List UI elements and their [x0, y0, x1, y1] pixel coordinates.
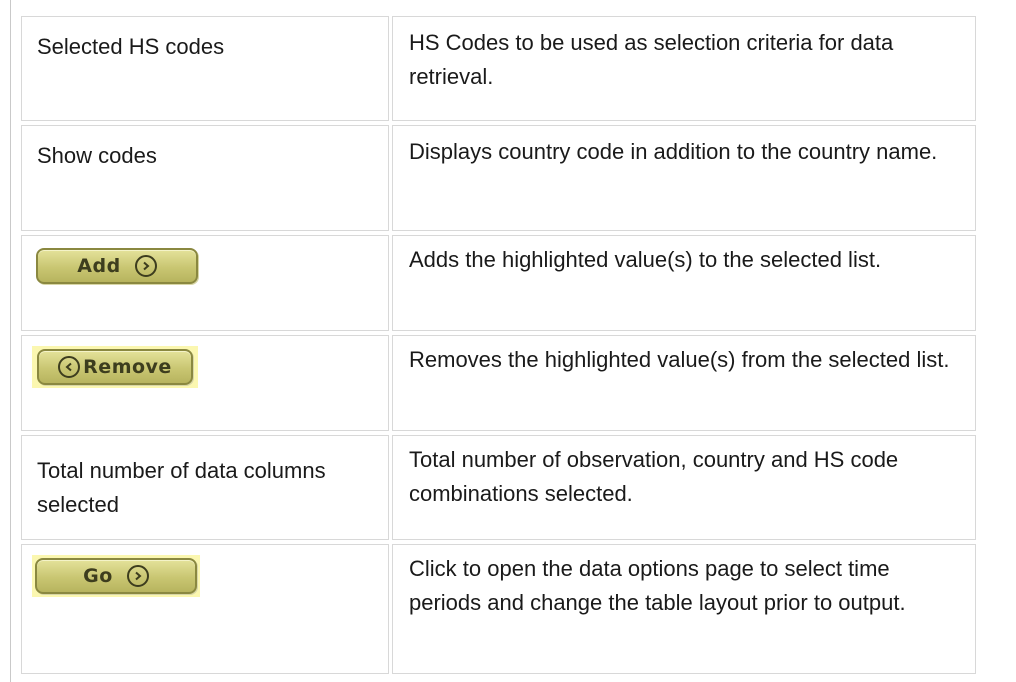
description-text: Total number of observation, country and… [409, 447, 899, 506]
remove-button[interactable]: Remove [37, 349, 193, 385]
description-text: Adds the highlighted value(s) to the sel… [409, 247, 882, 272]
description-text: Removes the highlighted value(s) from th… [409, 347, 950, 372]
arrow-left-icon [58, 356, 81, 378]
term-cell: Show codes [21, 125, 389, 231]
description-cell: Adds the highlighted value(s) to the sel… [392, 235, 976, 331]
term-label: Total number of data columns selected [37, 458, 326, 517]
page-left-rule [10, 0, 11, 682]
description-text: Click to open the data options page to s… [409, 556, 906, 615]
arrow-right-icon [126, 565, 149, 587]
description-cell: Click to open the data options page to s… [392, 544, 976, 674]
description-text: Displays country code in addition to the… [409, 139, 938, 164]
table-row: Add Adds the highlighted value(s) to the… [21, 235, 976, 331]
add-button[interactable]: Add [36, 248, 198, 284]
help-table: Selected HS codes HS Codes to be used as… [18, 12, 979, 678]
add-button-label: Add [77, 255, 121, 277]
button-cell: Remove [21, 335, 389, 431]
description-text: HS Codes to be used as selection criteri… [409, 30, 894, 89]
go-button[interactable]: Go [35, 558, 197, 594]
remove-button-label: Remove [83, 356, 172, 378]
term-label: Show codes [37, 143, 157, 168]
arrow-right-icon [134, 255, 157, 277]
table-row: Show codes Displays country code in addi… [21, 125, 976, 231]
remove-button-highlight: Remove [32, 346, 198, 388]
description-cell: Total number of observation, country and… [392, 435, 976, 540]
term-label: Selected HS codes [37, 34, 225, 59]
button-cell: Go [21, 544, 389, 674]
table-row: Remove Removes the highlighted value(s) … [21, 335, 976, 431]
table-row: Go Click to open the data options page t… [21, 544, 976, 674]
button-cell: Add [21, 235, 389, 331]
go-button-highlight: Go [32, 555, 200, 597]
description-cell: Removes the highlighted value(s) from th… [392, 335, 976, 431]
table-row: Selected HS codes HS Codes to be used as… [21, 16, 976, 121]
add-button-wrap: Add [22, 236, 388, 284]
description-cell: Displays country code in addition to the… [392, 125, 976, 231]
term-cell: Total number of data columns selected [21, 435, 389, 540]
term-cell: Selected HS codes [21, 16, 389, 121]
go-button-label: Go [83, 565, 113, 587]
table-row: Total number of data columns selected To… [21, 435, 976, 540]
description-cell: HS Codes to be used as selection criteri… [392, 16, 976, 121]
